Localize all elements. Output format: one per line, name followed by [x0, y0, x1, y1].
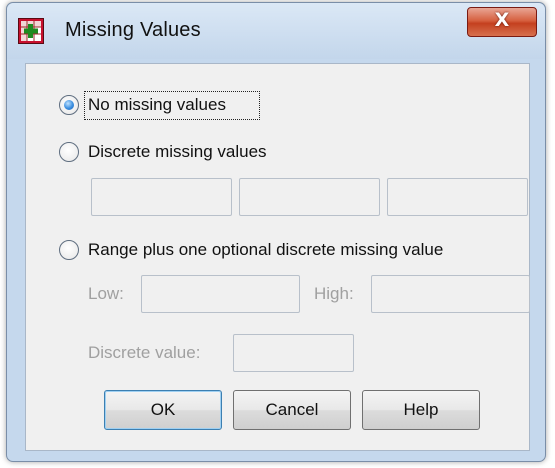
range-radio[interactable] — [59, 240, 79, 260]
low-field[interactable] — [141, 275, 300, 313]
discrete-missing-values-label[interactable]: Discrete missing values — [88, 142, 267, 162]
high-label: High: — [314, 284, 354, 303]
discrete-missing-values-radio[interactable] — [59, 142, 79, 162]
high-field[interactable] — [371, 275, 530, 313]
close-button[interactable]: X — [467, 7, 537, 37]
cancel-button[interactable]: Cancel — [233, 390, 351, 430]
discrete-value-field-1[interactable] — [91, 178, 232, 216]
close-icon: X — [494, 9, 510, 31]
discrete-value-field-3[interactable] — [387, 178, 528, 216]
low-label: Low: — [88, 284, 124, 303]
discrete-value-label: Discrete value: — [88, 343, 201, 362]
range-label[interactable]: Range plus one optional discrete missing… — [88, 240, 443, 260]
ok-button[interactable]: OK — [104, 390, 222, 430]
title-bar[interactable]: Missing Values X — [7, 3, 545, 59]
discrete-value-field-2[interactable] — [239, 178, 380, 216]
spss-grid-icon — [18, 18, 44, 44]
discrete-value-field[interactable] — [233, 334, 354, 372]
dialog-title: Missing Values — [65, 19, 201, 41]
help-button[interactable]: Help — [362, 390, 480, 430]
missing-values-dialog: Missing Values X No missing values Discr… — [6, 2, 546, 462]
no-missing-values-label[interactable]: No missing values — [88, 95, 226, 115]
dialog-body: No missing values Discrete missing value… — [25, 63, 530, 451]
no-missing-values-radio[interactable] — [59, 95, 79, 115]
